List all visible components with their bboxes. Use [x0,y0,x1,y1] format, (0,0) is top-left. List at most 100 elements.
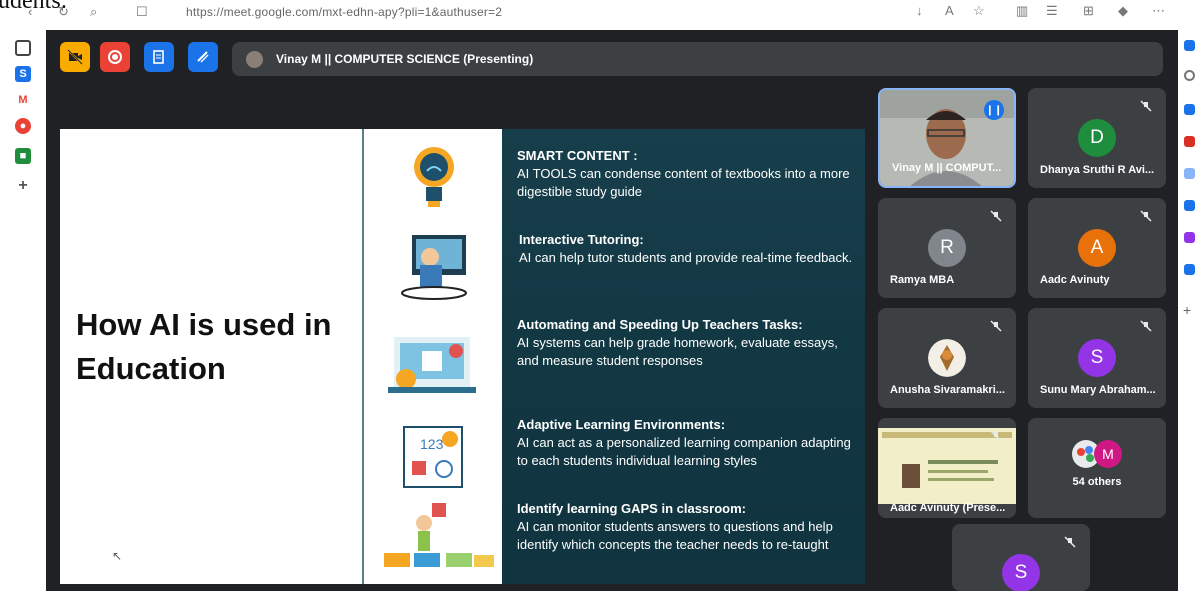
slide-item-heading: SMART CONTENT : [517,148,638,163]
mic-muted-icon [990,210,1002,222]
presenting-label: Vinay M || COMPUTER SCIENCE (Presenting) [276,52,534,66]
slide-item-body: AI can act as a personalized learning co… [517,435,851,468]
notes-icon[interactable] [144,42,174,72]
puzzle-gaps-icon [384,503,494,567]
slide-content-panel: SMART CONTENT : AI TOOLS can condense co… [502,129,865,584]
participant-name: Vinay M || COMPUT... [892,162,1002,174]
refresh-icon[interactable]: ↻ [58,4,69,20]
browser-top-bar: udents: ‹ ↻ ⌕ ☐ https://meet.google.com/… [0,0,1199,30]
mouse-cursor-icon: ↖ [112,549,123,563]
participant-tile[interactable]: Anusha Sivaramakri... [878,308,1016,408]
gmail-icon[interactable]: M [15,92,31,108]
slide-item-heading: Identify learning GAPS in classroom: [517,501,746,516]
add-icon[interactable]: + [15,177,31,194]
svg-text:123: 123 [420,436,444,452]
drop-icon[interactable] [1184,264,1195,275]
meet-window: Vinay M || COMPUTER SCIENCE (Presenting)… [46,30,1178,591]
slide-item-heading: Automating and Speeding Up Teachers Task… [517,317,803,332]
extension-icon[interactable]: ◆ [1118,3,1128,19]
briefcase-icon[interactable] [1184,136,1195,147]
avatar: S [1002,554,1040,591]
outlook-icon[interactable] [1184,200,1195,211]
lightbulb-icon [414,147,454,207]
slide-title-pane: How AI is used in Education [60,129,363,584]
favorite-icon[interactable]: ☆ [973,3,985,19]
participant-tile[interactable]: A Aadc Avinuty [1028,198,1166,298]
others-count: 54 others [1072,476,1122,488]
avatar [928,339,966,377]
site-info-icon[interactable]: ☐ [136,4,148,20]
mic-muted-icon [1140,320,1152,332]
participant-name: Aadc Avinuty (Prese... [890,502,1006,514]
record-icon[interactable] [100,42,130,72]
avatar: M [1094,440,1122,468]
participant-name: Sunu Mary Abraham... [1040,384,1156,396]
mic-muted-icon [990,320,1002,332]
slide-item-body: AI can monitor students answers to quest… [517,519,833,552]
browser-toolbar: ‹ ↻ ⌕ ☐ https://meet.google.com/mxt-edhn… [28,0,1178,24]
slide-item: SMART CONTENT : AI TOOLS can condense co… [517,147,857,201]
s-app-icon[interactable]: S [15,66,31,82]
add-side-icon[interactable]: + [1183,302,1191,318]
slide-item-heading: Adaptive Learning Environments: [517,417,726,432]
slide-item-heading: Interactive Tutoring: [519,232,644,247]
slide-title: How AI is used in Education [76,307,332,386]
collections-icon[interactable]: ⊞ [1083,3,1094,19]
participant-tile[interactable]: D Dhanya Sruthi R Avi... [1028,88,1166,188]
people-icon[interactable] [1184,168,1195,179]
participant-tile[interactable]: S Sunu Mary Abraham... [1028,308,1166,408]
speaking-indicator-icon: ❙❙ [984,100,1004,120]
participant-name: Ramya MBA [890,274,955,286]
more-icon[interactable]: ⋯ [1152,3,1165,19]
avatar: A [1078,229,1116,267]
slide-item-body: AI TOOLS can condense content of textboo… [517,166,850,199]
split-screen-icon[interactable]: ▥ [1016,3,1028,19]
participant-name: Dhanya Sruthi R Avi... [1040,164,1155,176]
search-icon[interactable]: ⌕ [90,4,97,20]
mic-muted-icon [1140,100,1152,112]
browser-sidebar-left: S M ● ■ + [0,30,44,591]
adaptive-learning-icon: 123 [403,426,463,488]
shared-slide: How AI is used in Education 123 SMART CO… [60,129,865,584]
presenting-bar[interactable]: Vinay M || COMPUTER SCIENCE (Presenting) [232,42,1163,76]
mic-icon[interactable]: ↓ [916,3,923,18]
slide-item: Adaptive Learning Environments: AI can a… [517,416,857,470]
slide-item-body: AI systems can help grade homework, eval… [517,335,838,368]
avatar: D [1078,119,1116,157]
browser-sidebar-right: + [1180,30,1199,591]
tag-icon[interactable] [1184,104,1195,115]
whiteboard-icon[interactable] [188,42,218,72]
automation-icon [388,337,476,393]
mic-muted-icon [1064,536,1076,548]
favorites-icon[interactable]: ☰ [1046,3,1058,19]
slide-icon-column: 123 [364,129,502,584]
avatar: R [928,229,966,267]
back-icon[interactable]: ‹ [28,4,32,19]
tutoring-computer-icon [401,235,467,300]
participant-tile-presentation[interactable]: Aadc Avinuty (Prese... [878,418,1016,518]
record-app-icon[interactable]: ● [15,118,31,134]
mic-muted-icon [990,430,1002,442]
participant-tile-video[interactable]: ❙❙ Vinay M || COMPUT... [878,88,1016,188]
slide-item: Identify learning GAPS in classroom: AI … [517,500,857,554]
slide-item: Automating and Speeding Up Teachers Task… [517,316,857,370]
search-side-icon[interactable] [1184,70,1195,81]
copilot-icon[interactable] [1184,40,1195,51]
designer-icon[interactable] [1184,232,1195,243]
meet-app-icon[interactable]: ■ [15,148,31,164]
participant-tile[interactable]: R Ramya MBA [878,198,1016,298]
participant-name: Anusha Sivaramakri... [890,384,1005,396]
participant-grid: ❙❙ Vinay M || COMPUT... D Dhanya Sruthi … [876,88,1176,591]
participant-tile[interactable]: S [952,524,1090,591]
avatar: S [1078,339,1116,377]
tabs-icon[interactable] [15,40,31,56]
participant-name: Aadc Avinuty [1040,274,1110,286]
mic-muted-icon [1140,210,1152,222]
slide-item-body: AI can help tutor students and provide r… [519,250,853,265]
read-aloud-icon[interactable]: A [945,3,954,18]
others-tile[interactable]: M 54 others [1028,418,1166,518]
slide-item: Interactive Tutoring: AI can help tutor … [519,231,859,267]
address-bar[interactable]: https://meet.google.com/mxt-edhn-apy?pli… [186,5,502,19]
camera-off-icon[interactable] [60,42,90,72]
presenter-avatar [246,51,263,68]
